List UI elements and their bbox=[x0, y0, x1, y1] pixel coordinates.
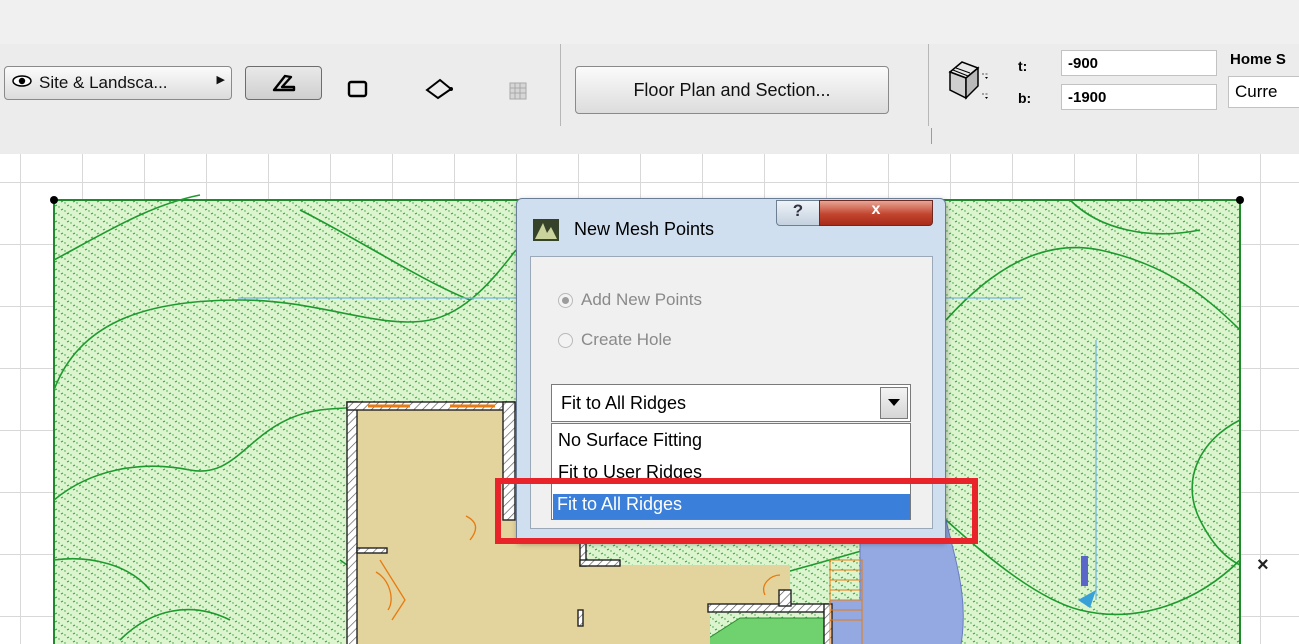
dropdown-button[interactable] bbox=[880, 387, 908, 419]
eye-icon bbox=[11, 73, 35, 93]
create-hole-label: Create Hole bbox=[581, 330, 672, 349]
dialog-title-bar: New Mesh Points ? x bbox=[517, 199, 945, 251]
window-top-band bbox=[0, 0, 1299, 45]
subbar-separator bbox=[931, 128, 932, 144]
rotated-rectangle-method-icon bbox=[425, 78, 453, 100]
bottom-elevation-field[interactable]: -1900 bbox=[1061, 84, 1217, 110]
surface-fitting-value: Fit to All Ridges bbox=[561, 393, 687, 413]
handle-marker bbox=[1081, 556, 1088, 586]
add-new-points-label: Add New Points bbox=[581, 290, 702, 309]
grid-method-button bbox=[509, 82, 527, 100]
surface-fitting-select[interactable]: Fit to All Ridges bbox=[551, 384, 911, 422]
toolbar-subbar bbox=[0, 126, 1299, 155]
polygon-method-button[interactable] bbox=[245, 66, 322, 100]
rectangle-method-icon bbox=[347, 80, 368, 98]
highlight-annotation-box bbox=[495, 478, 978, 544]
home-story-label: Home S bbox=[1230, 51, 1286, 68]
top-elevation-field[interactable]: -900 bbox=[1061, 50, 1217, 76]
toolbar-separator bbox=[928, 44, 929, 126]
rotated-rectangle-method-button[interactable] bbox=[423, 76, 457, 102]
mesh-corner-hotspot[interactable] bbox=[1236, 196, 1244, 204]
home-story-field[interactable]: Curre bbox=[1228, 76, 1299, 108]
floor-plan-section-label: Floor Plan and Section... bbox=[633, 79, 831, 100]
mesh-elevation-icon bbox=[944, 54, 994, 102]
add-new-points-radio[interactable]: Add New Points bbox=[558, 290, 702, 310]
help-button[interactable]: ? bbox=[776, 200, 820, 226]
close-marker-icon: × bbox=[1257, 554, 1269, 576]
grid-icon bbox=[509, 82, 527, 100]
mesh-corner-hotspot[interactable] bbox=[50, 196, 58, 204]
help-icon: ? bbox=[792, 201, 804, 220]
dialog-title: New Mesh Points bbox=[574, 219, 715, 239]
option-no-surface-fitting[interactable]: No Surface Fitting bbox=[554, 430, 702, 451]
chevron-down-icon bbox=[888, 399, 900, 406]
radio-unselected-icon bbox=[558, 332, 573, 348]
layer-popup-button[interactable]: Site & Landsca... ▶ bbox=[4, 66, 232, 100]
layer-popup-label: Site & Landsca... bbox=[39, 73, 168, 92]
floor-plan-section-button[interactable]: Floor Plan and Section... bbox=[575, 66, 889, 114]
archicad-logo-icon bbox=[533, 219, 559, 241]
polygon-method-icon bbox=[272, 74, 295, 92]
close-icon: x bbox=[871, 201, 881, 218]
arrow-right-icon: ▶ bbox=[216, 74, 225, 86]
toolbar-separator bbox=[560, 44, 561, 126]
bottom-elevation-label: b: bbox=[1018, 90, 1032, 106]
close-button[interactable]: x bbox=[819, 200, 933, 226]
rectangle-method-button[interactable] bbox=[346, 79, 370, 99]
top-elevation-label: t: bbox=[1018, 58, 1028, 74]
radio-selected-icon bbox=[558, 292, 573, 308]
create-hole-radio[interactable]: Create Hole bbox=[558, 330, 672, 350]
